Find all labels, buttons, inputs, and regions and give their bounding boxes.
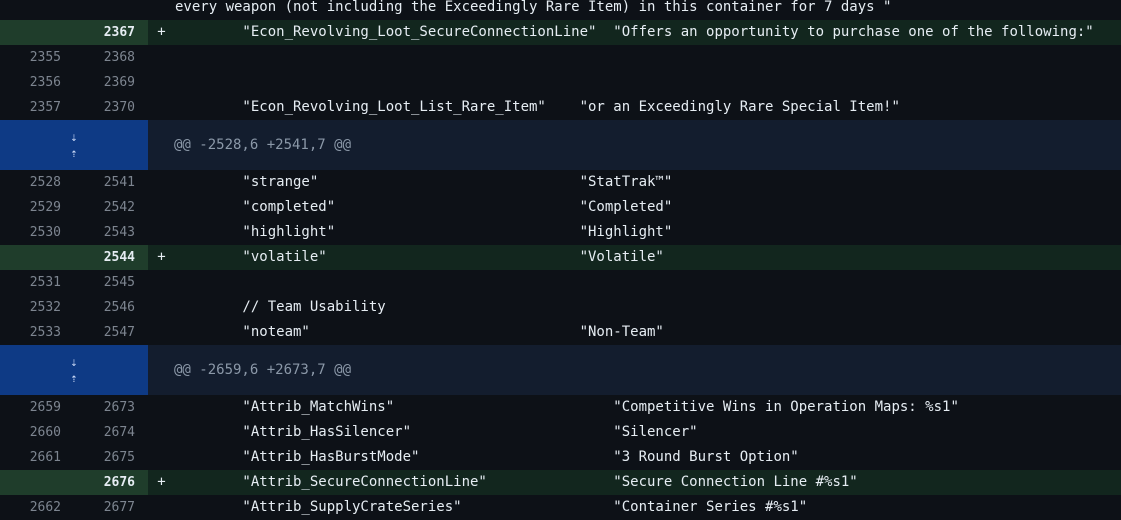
diff-sign: + xyxy=(157,24,166,40)
diff-line-context: 2356 2369 xyxy=(0,70,1121,95)
diff-sign xyxy=(148,270,175,295)
code-text: every weapon (not including the Exceedin… xyxy=(175,0,892,15)
diff-line-added: 2367 + "Econ_Revolving_Loot_SecureConnect… xyxy=(0,20,1121,45)
hunk-header: @@ -2659,6 +2673,7 @@ xyxy=(174,362,352,378)
expand-up-icon[interactable]: ⇡ xyxy=(65,372,83,384)
old-line-number[interactable] xyxy=(0,245,74,270)
code-text: "completed" "Completed" xyxy=(175,199,673,215)
code-text: "highlight" "Highlight" xyxy=(175,224,673,240)
diff-line-added: 2676 + "Attrib_SecureConnectionLine" "Sec… xyxy=(0,470,1121,495)
diff-sign: + xyxy=(157,474,166,490)
diff-line-context: 2530 2543 "highlight" "Highlight" xyxy=(0,220,1121,245)
new-line-number[interactable]: 2543 xyxy=(74,220,148,245)
diff-line-context: 2357 2370 "Econ_Revolving_Loot_List_Rare_… xyxy=(0,95,1121,120)
diff-sign xyxy=(148,495,175,520)
diff-line-context: 2660 2674 "Attrib_HasSilencer" "Silencer" xyxy=(0,420,1121,445)
old-line-number[interactable]: 2531 xyxy=(0,270,74,295)
code-text: "Attrib_MatchWins" "Competitive Wins in … xyxy=(175,399,959,415)
diff-line-context: 2528 2541 "strange" "StatTrak™" xyxy=(0,170,1121,195)
old-line-number[interactable]: 2660 xyxy=(0,420,74,445)
new-line-number[interactable]: 2545 xyxy=(74,270,148,295)
old-line-number[interactable]: 2355 xyxy=(0,45,74,70)
diff-group-a: 2367 + "Econ_Revolving_Loot_SecureConnect… xyxy=(0,20,1121,120)
diff-line-context: 2355 2368 xyxy=(0,45,1121,70)
diff-sign xyxy=(148,45,175,70)
diff-group-b: 2528 2541 "strange" "StatTrak™" 2529 2542 "… xyxy=(0,170,1121,345)
new-line-number[interactable]: 2368 xyxy=(74,45,148,70)
expand-down-icon[interactable]: ⇣ xyxy=(65,131,83,143)
code-text: "Attrib_SecureConnectionLine" "Secure Co… xyxy=(175,474,858,490)
diff-sign xyxy=(148,395,175,420)
diff-sign xyxy=(148,170,175,195)
new-line-number[interactable]: 2673 xyxy=(74,395,148,420)
diff-sign xyxy=(148,195,175,220)
code-text: "strange" "StatTrak™" xyxy=(175,174,673,190)
code-text: "Econ_Revolving_Loot_SecureConnectionLin… xyxy=(175,24,1094,40)
new-line-number[interactable]: 2544 xyxy=(74,245,148,270)
old-line-number[interactable]: 2662 xyxy=(0,495,74,520)
diff-line-context: 2659 2673 "Attrib_MatchWins" "Competitive… xyxy=(0,395,1121,420)
new-line-number[interactable]: 2369 xyxy=(74,70,148,95)
diff-line-context: 2533 2547 "noteam" "Non-Team" xyxy=(0,320,1121,345)
old-line-number[interactable]: 2661 xyxy=(0,445,74,470)
old-line-number[interactable]: 2532 xyxy=(0,295,74,320)
new-line-number[interactable]: 2370 xyxy=(74,95,148,120)
expand-down-icon[interactable]: ⇣ xyxy=(65,356,83,368)
new-line-number[interactable]: 2546 xyxy=(74,295,148,320)
new-line-number[interactable]: 2677 xyxy=(74,495,148,520)
hunk-header-row: ⇣ ⇡ @@ -2659,6 +2673,7 @@ xyxy=(0,345,1121,395)
old-line-number[interactable]: 2529 xyxy=(0,195,74,220)
new-line-number[interactable]: 2674 xyxy=(74,420,148,445)
code-text: "Attrib_SupplyCrateSeries" "Container Se… xyxy=(175,499,808,515)
hunk-header-row: ⇣ ⇡ @@ -2528,6 +2541,7 @@ xyxy=(0,120,1121,170)
new-line-number[interactable]: 2367 xyxy=(74,20,148,45)
diff-sign xyxy=(148,70,175,95)
diff-sign xyxy=(148,295,175,320)
code-text: "Attrib_HasSilencer" "Silencer" xyxy=(175,424,698,440)
code-text: "volatile" "Volatile" xyxy=(175,249,664,265)
diff-group-c: 2659 2673 "Attrib_MatchWins" "Competitive… xyxy=(0,395,1121,520)
code-text: // Team Usability xyxy=(175,299,386,315)
code-text: "Attrib_HasBurstMode" "3 Round Burst Opt… xyxy=(175,449,799,465)
diff-view: every weapon (not including the Exceedin… xyxy=(0,0,1121,520)
expand-hunk-button[interactable]: ⇣ ⇡ xyxy=(0,120,148,170)
diff-line-context: 2531 2545 xyxy=(0,270,1121,295)
old-line-number[interactable]: 2530 xyxy=(0,220,74,245)
diff-sign xyxy=(148,420,175,445)
new-line-number[interactable]: 2547 xyxy=(74,320,148,345)
diff-sign xyxy=(148,320,175,345)
diff-sign xyxy=(148,220,175,245)
new-line-number[interactable]: 2676 xyxy=(74,470,148,495)
hunk-header: @@ -2528,6 +2541,7 @@ xyxy=(174,137,352,153)
new-line-number[interactable]: 2542 xyxy=(74,195,148,220)
code-text: "noteam" "Non-Team" xyxy=(175,324,664,340)
old-line-number[interactable] xyxy=(0,20,74,45)
diff-line-context: 2661 2675 "Attrib_HasBurstMode" "3 Round … xyxy=(0,445,1121,470)
diff-sign xyxy=(148,95,175,120)
old-line-number[interactable] xyxy=(0,470,74,495)
diff-line-added: 2544 + "volatile" "Volatile" xyxy=(0,245,1121,270)
expand-hunk-button[interactable]: ⇣ ⇡ xyxy=(0,345,148,395)
old-line-number[interactable]: 2533 xyxy=(0,320,74,345)
diff-line-context: 2529 2542 "completed" "Completed" xyxy=(0,195,1121,220)
code-text: "Econ_Revolving_Loot_List_Rare_Item" "or… xyxy=(175,99,900,115)
expand-up-icon[interactable]: ⇡ xyxy=(65,147,83,159)
old-line-number[interactable]: 2356 xyxy=(0,70,74,95)
new-line-number[interactable]: 2541 xyxy=(74,170,148,195)
old-line-number[interactable]: 2528 xyxy=(0,170,74,195)
diff-line-top: every weapon (not including the Exceedin… xyxy=(0,0,1121,20)
old-line-number[interactable]: 2357 xyxy=(0,95,74,120)
diff-line-context: 2662 2677 "Attrib_SupplyCrateSeries" "Con… xyxy=(0,495,1121,520)
new-line-number[interactable]: 2675 xyxy=(74,445,148,470)
diff-sign: + xyxy=(157,249,166,265)
diff-line-context: 2532 2546 // Team Usability xyxy=(0,295,1121,320)
diff-sign xyxy=(148,445,175,470)
old-line-number[interactable]: 2659 xyxy=(0,395,74,420)
